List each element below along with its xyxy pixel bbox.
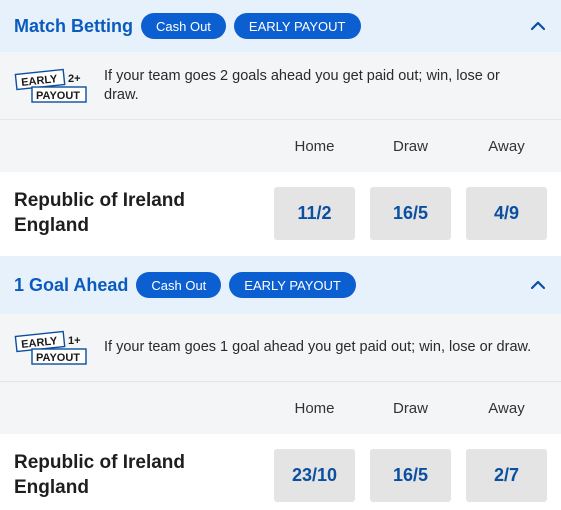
chevron-up-icon[interactable] [528,16,548,36]
badge-bottom-text: PAYOUT [36,90,80,102]
badge-bottom-text: PAYOUT [36,352,80,364]
price-home[interactable]: 23/10 [274,449,355,502]
column-away: Away [488,138,525,155]
event-teams[interactable]: Republic of Ireland England [14,450,185,500]
early-payout-badge[interactable]: EARLY PAYOUT [229,272,356,298]
price-away[interactable]: 4/9 [466,187,547,240]
column-home: Home [294,400,335,417]
badge-number: 1+ [68,335,81,347]
odds-column-header: Home Draw Away [0,120,561,172]
market-1-goal-ahead: 1 Goal Ahead Cash Out EARLY PAYOUT EARLY… [0,256,561,510]
home-team: Republic of Ireland [14,190,186,211]
price-draw[interactable]: 16/5 [370,449,451,502]
column-home: Home [294,138,335,155]
event-row: Republic of Ireland England 11/2 16/5 4/… [0,172,561,256]
column-draw: Draw [392,138,428,155]
event-teams[interactable]: Republic of Ireland England [14,188,185,238]
promo-text: If your team goes 2 goals ahead you get … [104,67,500,103]
column-away: Away [488,400,525,417]
price-home[interactable]: 11/2 [274,187,355,240]
early-payout-logo: EARLY 1+ PAYOUT [14,330,88,366]
price-draw[interactable]: 16/5 [370,187,451,240]
column-draw: Draw [392,400,428,417]
market-header[interactable]: Match Betting Cash Out EARLY PAYOUT [0,0,561,52]
market-title: 1 Goal Ahead [14,274,129,295]
away-team: England [14,477,89,498]
home-team: Republic of Ireland [14,452,186,473]
early-payout-badge[interactable]: EARLY PAYOUT [233,13,361,39]
early-payout-logo: EARLY 2+ PAYOUT [14,68,88,104]
chevron-up-icon[interactable] [528,275,548,295]
event-row: Republic of Ireland England 23/10 16/5 2… [0,434,561,510]
early-payout-promo: EARLY 2+ PAYOUT If your team goes 2 goal… [0,52,561,120]
price-away[interactable]: 2/7 [466,449,547,502]
cash-out-badge[interactable]: Cash Out [141,13,226,39]
badge-number: 2+ [68,73,81,85]
odds-column-header: Home Draw Away [0,382,561,434]
promo-text: If your team goes 1 goal ahead you get p… [104,339,532,355]
cash-out-badge[interactable]: Cash Out [136,272,222,298]
market-header[interactable]: 1 Goal Ahead Cash Out EARLY PAYOUT [0,256,561,314]
market-title: Match Betting [14,15,133,36]
away-team: England [14,215,89,236]
market-match-betting: Match Betting Cash Out EARLY PAYOUT EARL… [0,0,561,256]
early-payout-promo: EARLY 1+ PAYOUT If your team goes 1 goal… [0,314,561,382]
